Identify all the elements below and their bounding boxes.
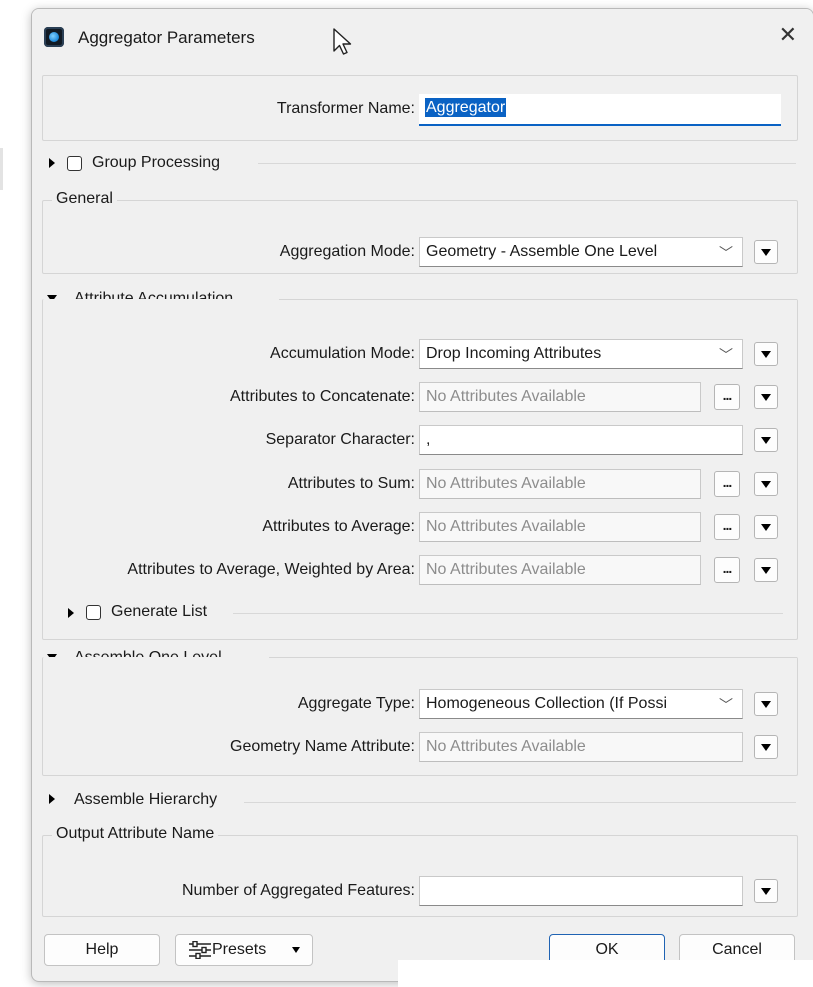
output-attribute-title: Output Attribute Name [52,825,219,843]
group-processing-expand-icon[interactable] [49,158,55,168]
geometry-name-label: Geometry Name Attribute: [230,738,415,755]
average-value: No Attributes Available [426,518,586,535]
generate-list-expand-icon[interactable] [68,608,74,618]
aggregate-type-select[interactable]: Homogeneous Collection (If Possi ﹀ [419,689,743,719]
transformer-name-input[interactable]: Aggregator [419,94,781,126]
output-attribute-section: Number of Aggregated Features: [42,835,798,917]
group-processing-divider [258,163,796,164]
transformer-name-value: Aggregator [425,98,507,117]
generate-list-checkbox[interactable] [86,605,101,620]
mouse-cursor-icon [333,28,352,55]
separator-input[interactable]: , [419,425,743,455]
assemble-one-level-section: Aggregate Type: Homogeneous Collection (… [42,657,798,776]
concatenate-field[interactable]: No Attributes Available [419,382,701,412]
aggregate-type-label: Aggregate Type: [297,695,415,712]
help-label: Help [85,941,119,958]
average-browse-button[interactable]: ... [714,514,740,540]
attribute-accumulation-divider [279,299,797,300]
average-label: Attributes to Average: [262,518,415,535]
aggregation-mode-menu-button[interactable] [754,240,778,264]
geometry-name-value: No Attributes Available [426,738,586,755]
weighted-average-field[interactable]: No Attributes Available [419,555,701,585]
general-title: General [52,190,117,208]
presets-label: Presets [212,941,267,958]
weighted-average-menu-button[interactable] [754,558,778,582]
concatenate-menu-button[interactable] [754,385,778,409]
sliders-icon [189,941,211,959]
cancel-label: Cancel [712,941,762,958]
group-processing-checkbox[interactable] [67,156,82,171]
concatenate-label: Attributes to Concatenate: [230,388,415,405]
concatenate-browse-button[interactable]: ... [714,384,740,410]
separator-value: , [426,431,431,448]
app-icon [44,27,64,47]
accumulation-mode-value: Drop Incoming Attributes [426,345,602,362]
assemble-one-level-divider [269,657,797,658]
aggregated-features-input[interactable] [419,876,743,906]
aggregator-parameters-dialog: Aggregator Parameters ✕ Transformer Name… [31,8,813,982]
transformer-name-label: Transformer Name: [276,100,415,117]
window-title: Aggregator Parameters [78,28,255,47]
group-processing-label: Group Processing [92,154,225,172]
assemble-hierarchy-title: Assemble Hierarchy [74,791,222,809]
sum-value: No Attributes Available [426,475,586,492]
title-bar: Aggregator Parameters ✕ [32,9,813,67]
aggregation-mode-label: Aggregation Mode: [279,243,415,260]
presets-button[interactable]: Presets [175,934,313,966]
weighted-average-label: Attributes to Average, Weighted by Area: [127,561,415,578]
transformer-name-section: Transformer Name: Aggregator [42,75,798,141]
attribute-accumulation-section: Accumulation Mode: Drop Incoming Attribu… [42,299,798,640]
separator-menu-button[interactable] [754,428,778,452]
accumulation-mode-menu-button[interactable] [754,342,778,366]
geometry-name-menu-button[interactable] [754,735,778,759]
chevron-down-icon: ﹀ [719,245,733,261]
concatenate-value: No Attributes Available [426,388,586,405]
sum-field[interactable]: No Attributes Available [419,469,701,499]
generate-list-label: Generate List [111,603,212,621]
aggregate-type-menu-button[interactable] [754,692,778,716]
assemble-hierarchy-divider [244,802,796,803]
ok-label: OK [595,941,619,958]
presets-dropdown-icon [292,947,300,953]
chevron-down-icon: ﹀ [719,697,733,713]
help-button[interactable]: Help [44,934,160,966]
background-window-edge [0,148,3,190]
geometry-name-field[interactable]: No Attributes Available [419,732,743,762]
average-menu-button[interactable] [754,515,778,539]
aggregation-mode-value: Geometry - Assemble One Level [426,243,658,260]
assemble-hierarchy-expand-icon[interactable] [49,794,55,804]
aggregation-mode-select[interactable]: Geometry - Assemble One Level ﹀ [419,237,743,267]
sum-browse-button[interactable]: ... [714,471,740,497]
separator-label: Separator Character: [265,431,415,448]
aggregate-type-value: Homogeneous Collection (If Possi [426,695,668,712]
weighted-average-browse-button[interactable]: ... [714,557,740,583]
background-overlap [398,960,813,987]
sum-label: Attributes to Sum: [287,475,415,492]
weighted-average-value: No Attributes Available [426,561,586,578]
chevron-down-icon: ﹀ [719,347,733,363]
accumulation-mode-label: Accumulation Mode: [270,345,415,362]
aggregated-features-menu-button[interactable] [754,879,778,903]
general-section: Aggregation Mode: Geometry - Assemble On… [42,200,798,274]
sum-menu-button[interactable] [754,472,778,496]
average-field[interactable]: No Attributes Available [419,512,701,542]
close-icon[interactable]: ✕ [779,22,797,48]
generate-list-divider [233,613,783,614]
aggregated-features-label: Number of Aggregated Features: [181,882,415,899]
accumulation-mode-select[interactable]: Drop Incoming Attributes ﹀ [419,339,743,369]
